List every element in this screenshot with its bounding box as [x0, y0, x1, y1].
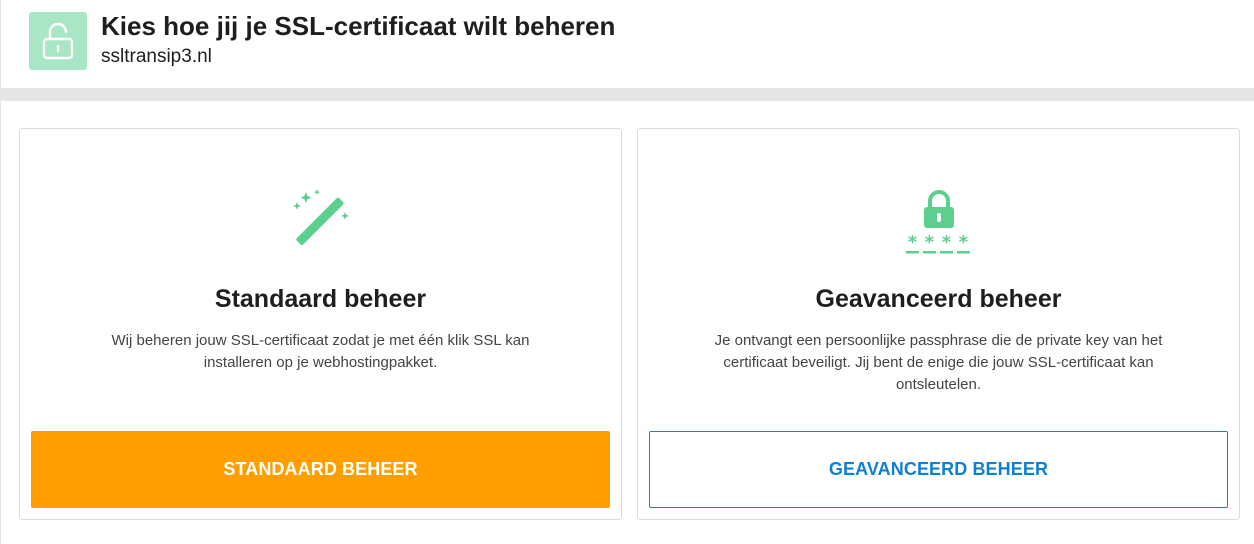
domain-name: ssltransip3.nl: [101, 46, 212, 67]
option-title: Geavanceerd beheer: [815, 285, 1062, 313]
page-title: Kies hoe jij je SSL-certificaat wilt beh…: [101, 11, 616, 41]
page-header: Kies hoe jij je SSL-certificaat wilt beh…: [0, 0, 1254, 88]
option-description: Wij beheren jouw SSL-certificaat zodat j…: [111, 332, 530, 371]
option-card-advanced: * * * * Geavanceerd beheer Je ontvangt e…: [637, 128, 1240, 520]
svg-text:*: *: [941, 232, 952, 253]
svg-text:*: *: [958, 232, 969, 253]
svg-text:*: *: [907, 232, 918, 253]
standard-management-button[interactable]: STANDAARD BEHEER: [31, 431, 610, 508]
magic-wand-icon: [281, 181, 361, 261]
option-title: Standaard beheer: [214, 285, 427, 313]
padlock-open-icon: [29, 12, 87, 70]
option-card-standard: Standaard beheer Wij beheren jouw SSL-ce…: [19, 128, 622, 520]
lock-passphrase-icon: * * * *: [899, 181, 979, 261]
option-description: Je ontvangt een persoonlijke passphrase …: [714, 332, 1163, 393]
header-divider: [0, 88, 1254, 101]
svg-text:*: *: [924, 232, 935, 253]
advanced-management-button[interactable]: GEAVANCEERD BEHEER: [649, 431, 1228, 508]
